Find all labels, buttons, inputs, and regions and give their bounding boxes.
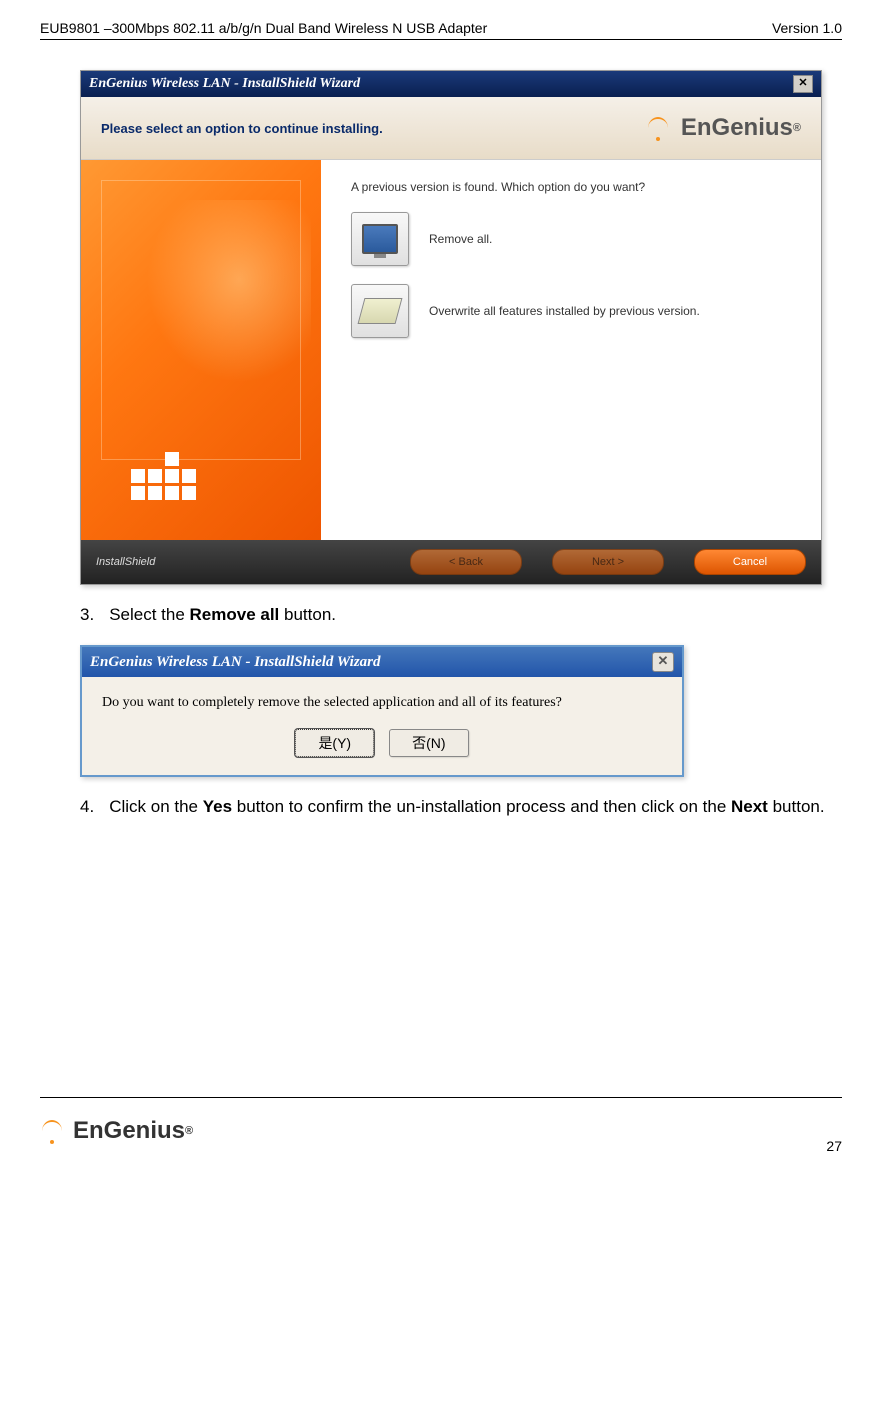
- brand-logo: EnGenius®: [646, 114, 801, 142]
- page-number: 27: [826, 1138, 842, 1154]
- dialog-titlebar: EnGenius Wireless LAN - InstallShield Wi…: [82, 647, 682, 677]
- footer-brand-logo: EnGenius®: [40, 1117, 193, 1145]
- dialog-title: EnGenius Wireless LAN - InstallShield Wi…: [90, 654, 381, 671]
- content-area: A previous version is found. Which optio…: [81, 160, 821, 540]
- overwrite-button[interactable]: [351, 284, 409, 338]
- banner-area: Please select an option to continue inst…: [81, 97, 821, 160]
- instruction-step-4: 4. Click on the Yes button to confirm th…: [80, 797, 842, 817]
- page-header: EUB9801 –300Mbps 802.11 a/b/g/n Dual Ban…: [40, 20, 842, 40]
- decorative-panel: [81, 160, 321, 540]
- window-title: EnGenius Wireless LAN - InstallShield Wi…: [89, 76, 360, 92]
- step-number: 3.: [80, 605, 94, 625]
- product-name: EUB9801 –300Mbps 802.11 a/b/g/n Dual Ban…: [40, 20, 487, 36]
- installer-window: EnGenius Wireless LAN - InstallShield Wi…: [80, 70, 822, 585]
- window-titlebar: EnGenius Wireless LAN - InstallShield Wi…: [81, 71, 821, 97]
- next-button: Next >: [552, 549, 664, 575]
- dialog-message: Do you want to completely remove the sel…: [102, 695, 662, 711]
- option-label: Overwrite all features installed by prev…: [429, 304, 700, 318]
- version-label: Version 1.0: [772, 20, 842, 36]
- monitor-icon: [362, 224, 398, 254]
- bottom-bar: InstallShield < Back Next > Cancel: [81, 540, 821, 584]
- cancel-button[interactable]: Cancel: [694, 549, 806, 575]
- confirm-dialog: EnGenius Wireless LAN - InstallShield Wi…: [80, 645, 684, 777]
- dialog-body: Do you want to completely remove the sel…: [82, 677, 682, 775]
- installshield-label: InstallShield: [96, 556, 155, 568]
- close-icon[interactable]: ✕: [793, 75, 813, 93]
- step-number: 4.: [80, 797, 94, 817]
- instruction-step-3: 3. Select the Remove all button.: [80, 605, 842, 625]
- wifi-icon: [40, 1119, 70, 1144]
- page-footer: EnGenius® 27: [40, 1097, 842, 1154]
- option-remove-all: Remove all.: [351, 212, 791, 266]
- wifi-icon: [646, 116, 676, 141]
- remove-all-button[interactable]: [351, 212, 409, 266]
- no-button[interactable]: 否(N): [389, 729, 468, 757]
- option-overwrite: Overwrite all features installed by prev…: [351, 284, 791, 338]
- yes-button[interactable]: 是(Y): [295, 729, 374, 757]
- close-icon[interactable]: ✕: [652, 652, 674, 672]
- prompt-text: A previous version is found. Which optio…: [351, 180, 791, 194]
- laptop-icon: [358, 298, 403, 324]
- banner-text: Please select an option to continue inst…: [101, 121, 383, 136]
- back-button: < Back: [410, 549, 522, 575]
- option-label: Remove all.: [429, 232, 492, 246]
- options-panel: A previous version is found. Which optio…: [321, 160, 821, 540]
